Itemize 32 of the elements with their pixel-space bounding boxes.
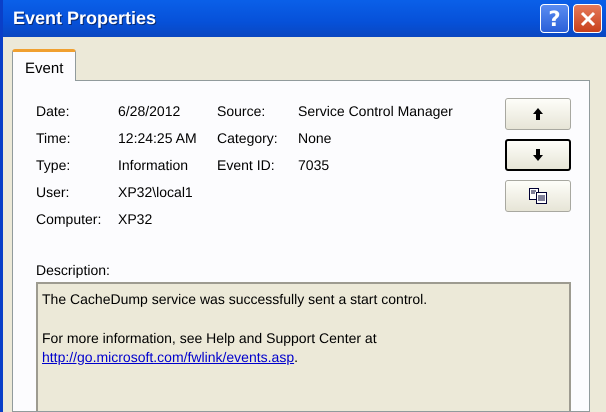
description-label: Description: (36, 262, 111, 278)
description-text: For more information, see Help and Support Center at (42, 329, 378, 348)
field-label: User: (36, 184, 70, 200)
field-label: Time: (36, 130, 72, 146)
copy-icon (529, 188, 547, 204)
field-label: Computer: (36, 210, 102, 226)
field-value: XP32\local1 (118, 184, 194, 200)
down-arrow-icon (533, 149, 543, 161)
field-value: 7035 (298, 156, 330, 172)
field-value: 6/28/2012 (118, 102, 182, 118)
field-label: Type: (36, 156, 72, 172)
punctuation-text: . (294, 349, 298, 365)
field-label: Category: (217, 130, 279, 146)
field-label: Date: (36, 102, 70, 118)
field-value: Service Control Manager (298, 102, 453, 118)
help-button[interactable]: ? (540, 4, 569, 33)
field-value: None (298, 130, 332, 146)
tab[interactable]: Event (12, 49, 76, 81)
field-label: Event ID: (217, 156, 276, 172)
field-label: Source: (217, 102, 266, 118)
copy-button[interactable] (505, 180, 571, 212)
help-link[interactable]: http://go.microsoft.com/fwlink/events.asp (42, 349, 294, 365)
up-arrow-icon (533, 108, 543, 120)
close-button[interactable] (573, 4, 602, 33)
field-value: XP32 (118, 210, 154, 226)
description-text: The CacheDump service was successfully sent a start control. (42, 290, 428, 309)
window-title: Event Properties (13, 8, 158, 29)
close-icon (580, 10, 596, 26)
previous-button[interactable] (505, 98, 571, 130)
field-value: Information (118, 156, 190, 172)
next-button[interactable] (505, 139, 571, 171)
field-value: 12:24:25 AM (118, 130, 198, 146)
